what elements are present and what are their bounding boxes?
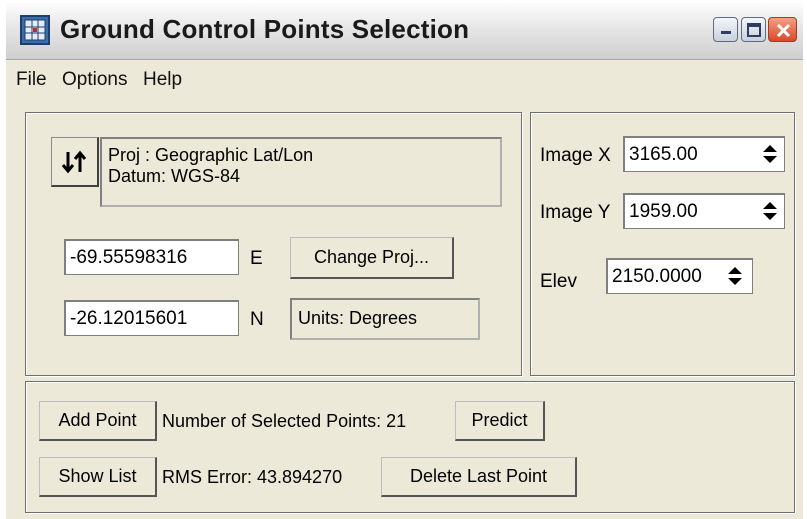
menu-file[interactable]: File — [16, 69, 47, 91]
datum-line: Datum: WGS-84 — [108, 166, 241, 186]
elev-label: Elev — [540, 271, 577, 292]
menu-bar: File Options Help — [6, 60, 803, 98]
show-list-button[interactable]: Show List — [39, 457, 157, 497]
rms-error-text: RMS Error: 43.894270 — [162, 467, 343, 487]
menu-help[interactable]: Help — [143, 69, 182, 91]
longitude-field[interactable]: -69.55598316 — [64, 239, 239, 275]
minimize-icon — [721, 31, 731, 34]
selected-points-count: Number of Selected Points: 21 — [162, 411, 407, 431]
title-bar[interactable]: Ground Control Points Selection — [6, 3, 803, 60]
up-down-spinner-icon[interactable] — [727, 266, 743, 286]
projection-line: Proj : Geographic Lat/Lon — [108, 145, 314, 165]
elevation-value: 2150.0000 — [612, 266, 702, 287]
change-projection-button[interactable]: Change Proj... — [290, 237, 454, 279]
projection-info-box: Proj : Geographic Lat/Lon Datum: WGS-84 — [100, 137, 502, 207]
image-x-label: Image X — [540, 145, 611, 166]
latitude-field[interactable]: -26.12015601 — [64, 300, 239, 336]
maximize-icon — [747, 23, 761, 37]
image-y-value: 1959.00 — [629, 201, 698, 222]
maximize-button[interactable] — [741, 17, 766, 42]
swap-arrows-icon — [61, 150, 86, 174]
window-title: Ground Control Points Selection — [60, 14, 470, 44]
units-display: Units: Degrees — [290, 298, 480, 340]
image-x-field[interactable]: 3165.00 — [623, 136, 785, 172]
up-down-spinner-icon[interactable] — [762, 144, 778, 164]
close-button[interactable] — [768, 17, 797, 42]
map-grid-icon[interactable] — [20, 15, 50, 45]
elevation-field[interactable]: 2150.0000 — [606, 258, 753, 294]
delete-last-point-button[interactable]: Delete Last Point — [381, 457, 577, 497]
image-x-value: 3165.00 — [629, 144, 698, 165]
predict-button[interactable]: Predict — [455, 401, 545, 441]
longitude-unit-label: E — [250, 248, 263, 269]
up-down-spinner-icon[interactable] — [762, 201, 778, 221]
image-y-label: Image Y — [540, 202, 611, 223]
latitude-unit-label: N — [250, 309, 264, 330]
close-icon — [776, 23, 791, 38]
menu-options[interactable]: Options — [62, 69, 127, 91]
swap-coordinates-button[interactable] — [51, 137, 99, 187]
image-y-field[interactable]: 1959.00 — [623, 193, 785, 229]
minimize-button[interactable] — [713, 17, 738, 42]
add-point-button[interactable]: Add Point — [39, 401, 157, 441]
gcp-selection-window: Ground Control Points Selection File Opt… — [6, 3, 803, 519]
